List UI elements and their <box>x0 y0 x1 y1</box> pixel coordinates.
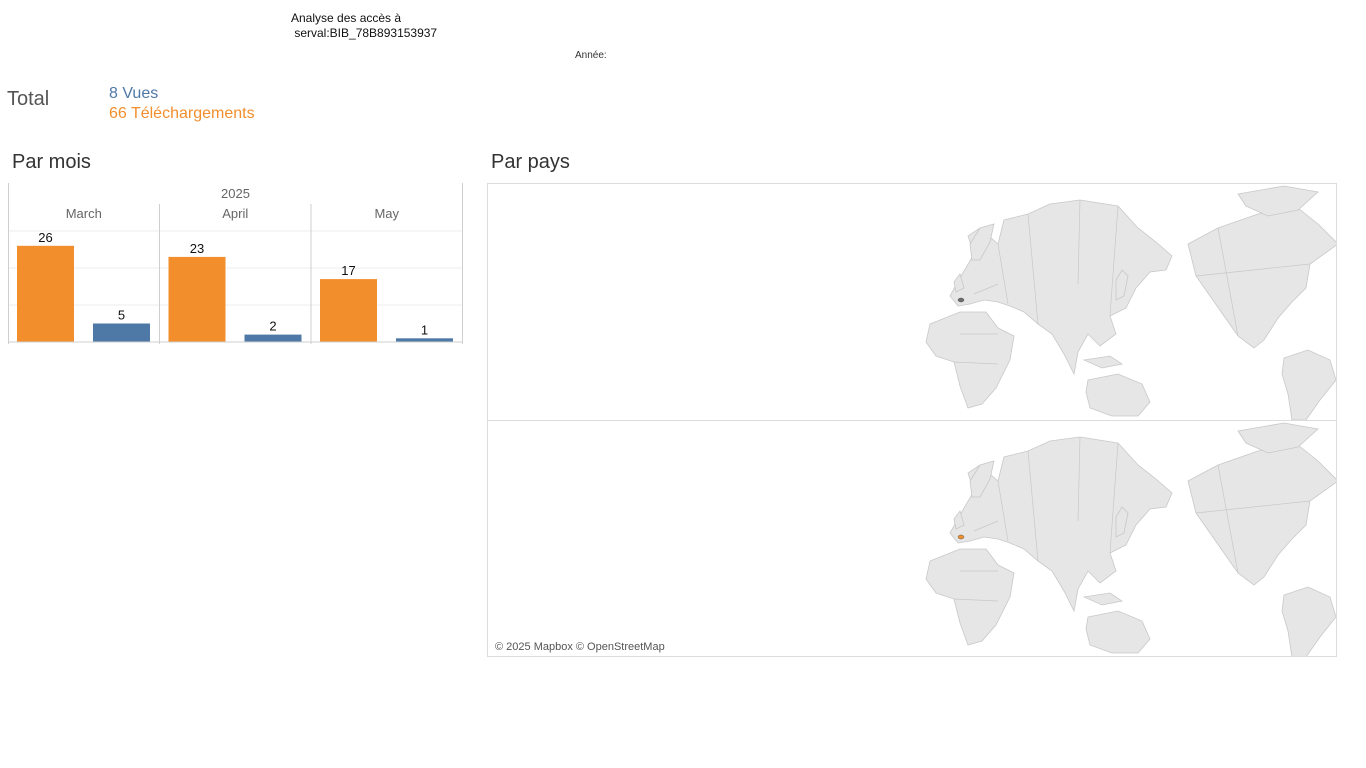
world-land-group <box>925 185 1336 420</box>
south-america-shape <box>1281 349 1336 420</box>
indonesia-shape <box>1082 592 1124 606</box>
report-title: Analyse des accès à serval:BIB_78B893153… <box>291 11 438 40</box>
bar-value-label: 1 <box>421 322 428 337</box>
total-label: Total <box>7 88 50 110</box>
australia-shape <box>1085 610 1151 654</box>
total-views: 8 Vues <box>109 85 159 102</box>
by-country-title: Par pays <box>491 151 570 173</box>
year-filter-label[interactable]: Année: <box>575 50 607 61</box>
month-header: May <box>374 206 399 221</box>
bar-value-label: 17 <box>341 263 355 278</box>
north-america-shape <box>1187 207 1336 349</box>
world-map-views[interactable] <box>488 184 1336 420</box>
views-bar <box>93 323 150 342</box>
africa-shape <box>925 548 1015 646</box>
switzerland-highlight[interactable] <box>957 534 965 540</box>
south-america-shape <box>1281 586 1336 656</box>
monthly-bar-chart-svg: 2025 March 26 5 April 23 2 May 17 1 <box>8 183 463 344</box>
greenland-shape <box>1237 185 1319 217</box>
downloads-bar <box>168 256 226 342</box>
bar-value-label: 2 <box>269 319 276 334</box>
month-header: March <box>66 206 102 221</box>
month-header: April <box>222 206 248 221</box>
north-america-shape <box>1187 444 1336 586</box>
year-header: 2025 <box>221 186 250 201</box>
map-views-panel[interactable] <box>488 184 1336 420</box>
africa-shape <box>925 311 1015 409</box>
world-map-downloads[interactable] <box>488 421 1336 657</box>
by-month-title: Par mois <box>12 151 91 173</box>
map-attribution[interactable]: © 2025 Mapbox © OpenStreetMap <box>495 641 665 653</box>
total-downloads: 66 Téléchargements <box>109 105 255 122</box>
indonesia-shape <box>1082 355 1124 369</box>
views-bar <box>244 334 302 342</box>
views-bar <box>396 338 453 342</box>
country-map[interactable]: © 2025 Mapbox © OpenStreetMap <box>487 183 1337 657</box>
bar-value-label: 23 <box>190 241 204 256</box>
switzerland-highlight[interactable] <box>957 297 965 303</box>
map-downloads-panel[interactable] <box>488 421 1336 657</box>
greenland-shape <box>1237 422 1319 454</box>
downloads-bar <box>17 245 74 342</box>
world-land-group <box>925 422 1336 656</box>
australia-shape <box>1085 373 1151 417</box>
bar-value-label: 26 <box>38 230 52 245</box>
bar-value-label: 5 <box>118 308 125 323</box>
monthly-bar-chart: 2025 March 26 5 April 23 2 May 17 1 <box>8 183 463 344</box>
downloads-bar <box>320 279 377 342</box>
